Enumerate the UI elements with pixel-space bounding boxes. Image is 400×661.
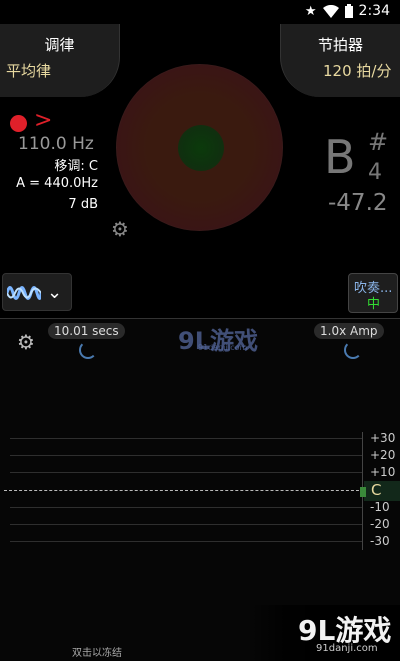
- tick-label: -30: [370, 534, 390, 548]
- metronome-title: 节拍器: [317, 36, 363, 54]
- temperament-title: 调律: [44, 36, 75, 54]
- grid-line: [10, 524, 362, 525]
- cents-readout: -47.2: [328, 190, 388, 216]
- tuner-center-indicator: [178, 125, 224, 171]
- tick-label: -10: [370, 500, 390, 514]
- center-note-box: [364, 481, 400, 501]
- waveform-selector[interactable]: ⌄: [2, 273, 72, 311]
- status-icons: ★ 2:34: [305, 3, 390, 19]
- waveform-icon: [7, 286, 41, 300]
- spinner-icon[interactable]: [79, 341, 97, 359]
- grid-line: [10, 455, 362, 456]
- freeze-hint: 双击以冻结: [72, 648, 122, 659]
- amp-pill[interactable]: 1.0x Amp: [314, 323, 384, 339]
- grid-line: [10, 472, 362, 473]
- db-readout: 7 dB: [68, 197, 98, 212]
- tick-label: -20: [370, 517, 390, 531]
- wifi-icon: [322, 4, 339, 18]
- spinner-icon[interactable]: [344, 341, 362, 359]
- temperament-panel[interactable]: 调律 平均律: [0, 24, 120, 97]
- center-note-label: C: [371, 481, 382, 499]
- grid-line: [10, 438, 362, 439]
- note-octave: 4: [368, 160, 382, 185]
- play-instrument-button[interactable]: 吹奏... 中: [348, 273, 398, 313]
- note-name: B: [324, 130, 356, 184]
- metronome-value: 120 拍/分: [323, 62, 392, 80]
- watermark-site: 91danji.com: [198, 343, 248, 352]
- transpose-readout[interactable]: 移调: C: [54, 155, 98, 174]
- tuner-dial: [116, 64, 283, 231]
- grid-line: [10, 507, 362, 508]
- play-mode: 中: [367, 297, 381, 312]
- arrow-icon[interactable]: >: [34, 108, 52, 133]
- temperament-value: 平均律: [6, 62, 52, 80]
- status-bar: ★ 2:34: [0, 0, 400, 24]
- tick-label: +30: [370, 431, 396, 445]
- note-accidental: #: [368, 128, 389, 156]
- center-line: [4, 490, 364, 491]
- gear-icon[interactable]: ⚙: [110, 219, 130, 239]
- time-window-pill[interactable]: 10.01 secs: [48, 323, 125, 339]
- star-icon: ★: [304, 3, 317, 19]
- reference-readout[interactable]: A = 440.0Hz: [16, 176, 98, 191]
- watermark-site-large: 91danji.com: [316, 643, 378, 654]
- pitch-graph[interactable]: ⚙ 10.01 secs 9L游戏 91danji.com 1.0x Amp +…: [0, 318, 400, 661]
- center-note-marker: [360, 487, 366, 497]
- gear-icon[interactable]: ⚙: [17, 332, 37, 352]
- record-dot-icon[interactable]: [10, 115, 27, 132]
- tick-label: +10: [370, 465, 396, 479]
- grid-line: [10, 541, 362, 542]
- frequency-readout: 110.0 Hz: [18, 134, 94, 154]
- tick-label: +20: [370, 448, 396, 462]
- chevron-down-icon: ⌄: [47, 282, 63, 303]
- metronome-panel[interactable]: 节拍器 120 拍/分: [280, 24, 400, 97]
- battery-icon: [344, 4, 353, 18]
- status-time: 2:34: [358, 3, 390, 19]
